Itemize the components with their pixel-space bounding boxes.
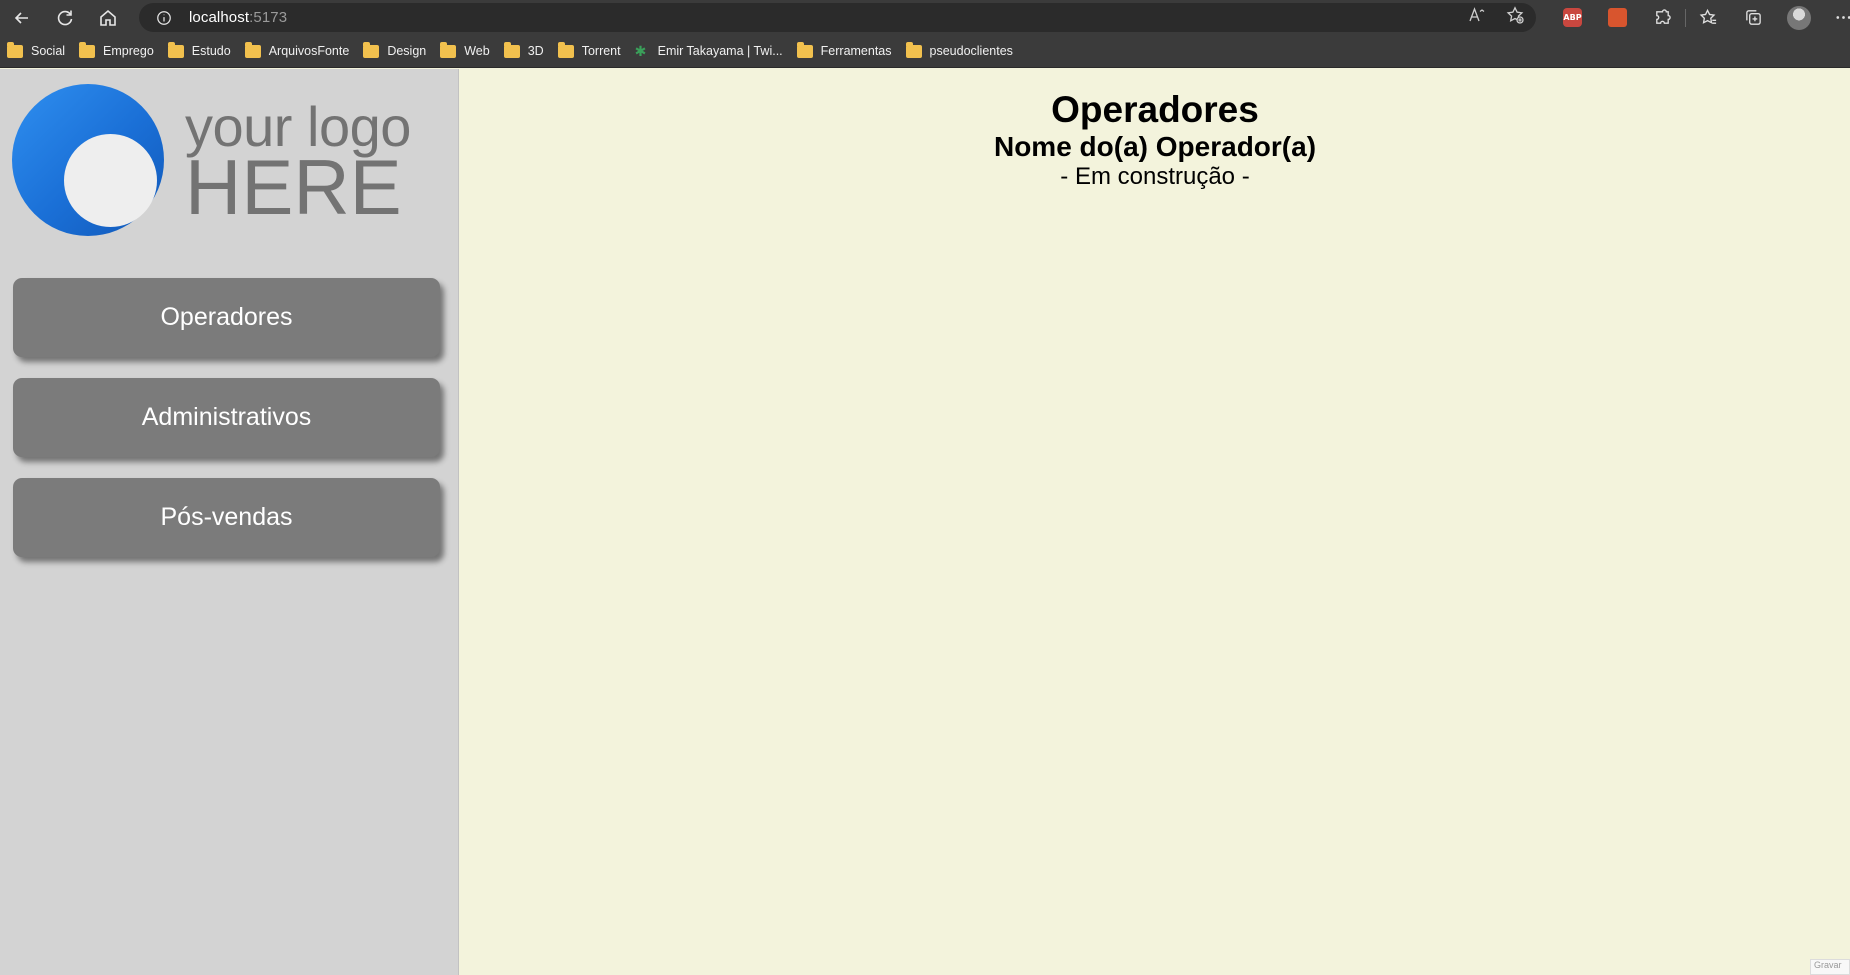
main-content: Operadores Nome do(a) Operador(a) - Em c… <box>460 69 1850 975</box>
adblock-extension-icon[interactable]: ABP <box>1550 0 1595 35</box>
bookmark-label: Ferramentas <box>820 44 892 58</box>
nav-button-operadores[interactable]: Operadores <box>13 278 440 357</box>
folder-icon <box>796 41 813 58</box>
address-bar[interactable]: localhost:5173 <box>139 3 1536 32</box>
corner-widget[interactable]: Gravar <box>1810 959 1850 975</box>
bookmark-pseudoclientes[interactable]: pseudoclientes <box>905 35 1013 68</box>
bookmark-emir-takayama[interactable]: ✱ Emir Takayama | Twi... <box>635 35 783 68</box>
folder-icon <box>503 41 520 58</box>
sidebar: your logo HERE Operadores Administrativo… <box>0 69 459 975</box>
url-text[interactable]: localhost:5173 <box>189 9 287 26</box>
page-subtitle: Nome do(a) Operador(a) <box>993 131 1317 162</box>
bookmark-label: Emir Takayama | Twi... <box>657 44 783 58</box>
home-icon[interactable] <box>86 0 129 35</box>
bookmark-label: Web <box>464 44 490 58</box>
browser-toolbar: localhost:5173 ABP <box>0 0 1850 35</box>
bookmarks-bar: Social Emprego Estudo ArquivosFonte Desi… <box>0 35 1850 68</box>
folder-icon <box>363 41 380 58</box>
bookmark-label: ArquivosFonte <box>268 44 350 58</box>
logo: your logo HERE <box>12 84 432 239</box>
bookmark-web[interactable]: Web <box>440 35 490 68</box>
extension-icon[interactable] <box>1595 0 1640 35</box>
folder-icon <box>557 41 574 58</box>
construction-status: - Em construção - <box>1060 163 1250 190</box>
read-aloud-icon[interactable] <box>1468 6 1486 29</box>
folder-icon <box>244 41 261 58</box>
logo-circle-icon <box>12 84 164 236</box>
leaf-icon: ✱ <box>634 43 647 59</box>
bookmark-label: Social <box>31 44 66 58</box>
folder-icon <box>905 41 922 58</box>
refresh-icon[interactable] <box>43 0 86 35</box>
folder-icon <box>440 41 457 58</box>
url-host: localhost <box>189 9 250 26</box>
bookmark-3d[interactable]: 3D <box>503 35 544 68</box>
favorites-icon[interactable] <box>1686 0 1731 35</box>
nav-button-administrativos[interactable]: Administrativos <box>13 378 440 457</box>
bookmark-label: Torrent <box>581 44 621 58</box>
bookmark-label: Emprego <box>103 44 154 58</box>
folder-icon <box>167 41 184 58</box>
bookmark-ferramentas[interactable]: Ferramentas <box>796 35 892 68</box>
add-favorite-icon[interactable] <box>1506 6 1524 29</box>
back-icon[interactable] <box>0 0 43 35</box>
folder-icon <box>79 41 96 58</box>
page-title: Operadores <box>1051 89 1259 130</box>
bookmark-label: Design <box>387 44 427 58</box>
bookmark-estudo[interactable]: Estudo <box>167 35 231 68</box>
bookmark-social[interactable]: Social <box>7 35 65 68</box>
extensions-puzzle-icon[interactable] <box>1640 0 1685 35</box>
bookmark-torrent[interactable]: Torrent <box>557 35 621 68</box>
logo-text-line2: HERE <box>185 143 402 231</box>
nav-button-pos-vendas[interactable]: Pós-vendas <box>13 478 440 557</box>
folder-icon <box>7 41 23 58</box>
more-menu-icon[interactable] <box>1821 0 1850 35</box>
abp-label: ABP <box>1563 8 1582 27</box>
bookmark-arquivosfonte[interactable]: ArquivosFonte <box>244 35 350 68</box>
collections-icon[interactable] <box>1731 0 1776 35</box>
bookmark-design[interactable]: Design <box>363 35 426 68</box>
bookmark-label: pseudoclientes <box>929 44 1013 58</box>
bookmark-label: 3D <box>527 44 544 58</box>
info-icon[interactable] <box>155 9 173 27</box>
bookmark-emprego[interactable]: Emprego <box>79 35 154 68</box>
profile-avatar[interactable] <box>1776 0 1821 35</box>
url-port: :5173 <box>249 9 288 26</box>
bookmark-label: Estudo <box>191 44 231 58</box>
